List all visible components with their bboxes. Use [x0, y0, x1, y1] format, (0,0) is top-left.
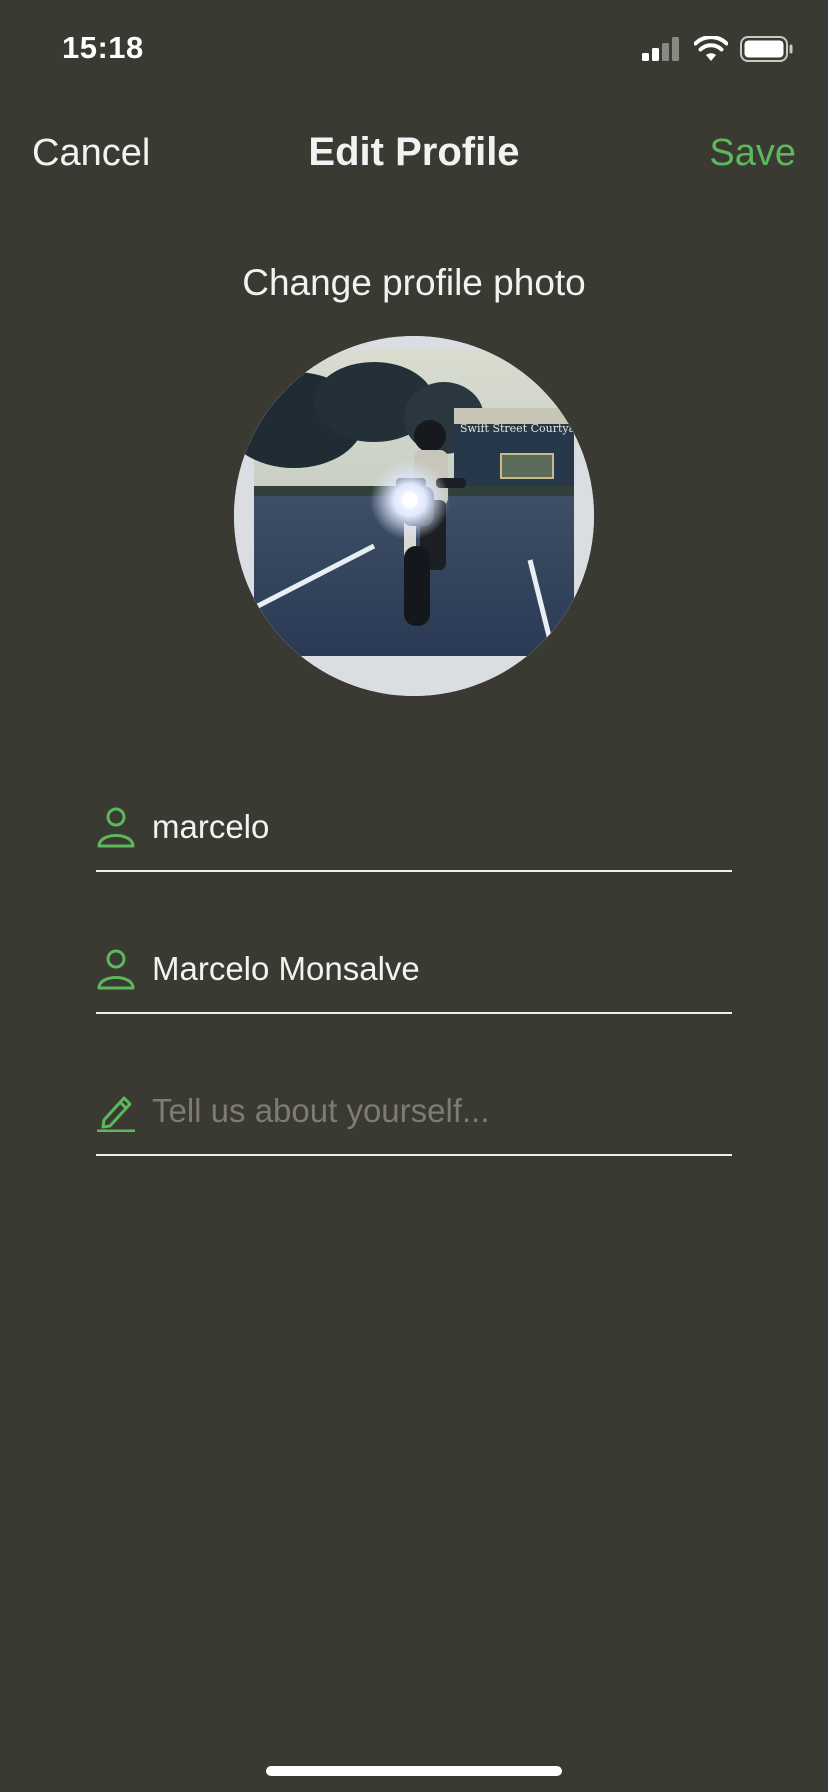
- nav-bar: Cancel Edit Profile Save: [0, 110, 828, 200]
- save-button[interactable]: Save: [709, 132, 796, 175]
- bio-field[interactable]: Tell us about yourself...: [96, 1082, 732, 1156]
- status-bar: 15:18: [0, 0, 828, 100]
- profile-photo[interactable]: Swift Street Courtya: [234, 336, 594, 696]
- person-icon: [97, 949, 135, 990]
- person-icon: [97, 807, 135, 848]
- bio-placeholder[interactable]: Tell us about yourself...: [152, 1092, 490, 1130]
- status-icons: [642, 36, 794, 62]
- home-indicator[interactable]: [266, 1766, 562, 1776]
- battery-icon: [740, 36, 793, 62]
- pencil-icon: [97, 1096, 135, 1132]
- profile-photo-image: Swift Street Courtya: [234, 336, 594, 696]
- status-time: 15:18: [62, 30, 144, 65]
- page-title: Edit Profile: [308, 130, 520, 174]
- full-name-field[interactable]: Marcelo Monsalve: [96, 940, 732, 1014]
- photo-sign-text: Swift Street Courtya: [460, 422, 576, 435]
- username-field[interactable]: marcelo: [96, 798, 732, 872]
- cellular-signal-icon: [642, 37, 679, 61]
- change-profile-photo-button[interactable]: Change profile photo: [0, 262, 828, 304]
- username-value[interactable]: marcelo: [152, 808, 269, 846]
- wifi-icon: [694, 36, 728, 61]
- full-name-value[interactable]: Marcelo Monsalve: [152, 950, 420, 988]
